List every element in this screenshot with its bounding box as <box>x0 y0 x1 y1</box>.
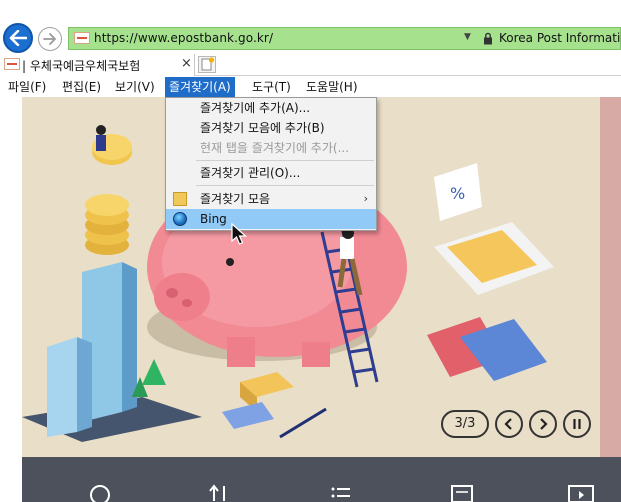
site-favicon-icon <box>74 32 90 44</box>
folder-icon <box>173 192 187 206</box>
document-icon[interactable] <box>450 483 474 502</box>
menu-separator <box>196 160 374 161</box>
add-tabs-to-favorites-label: 현재 탭을 즐겨찾기에 추가(... <box>200 141 350 155</box>
svg-text:%: % <box>450 184 465 203</box>
quick-menu-bar <box>22 457 621 502</box>
new-tab-button[interactable] <box>198 56 216 73</box>
back-arrow-icon <box>9 30 27 46</box>
list-icon[interactable] <box>330 483 352 502</box>
bing-favorite-label: Bing <box>200 212 227 226</box>
add-to-favorites-bar-item[interactable]: 즐겨찾기 모음에 추가(B) <box>166 118 376 138</box>
navigation-bar: https://www.epostbank.go.kr/ ▼ Korea Pos… <box>0 22 621 54</box>
pause-icon <box>573 419 581 429</box>
favorites-dropdown-menu: 즐겨찾기에 추가(A)... 즐겨찾기 모음에 추가(B) 현재 탭을 즐겨찾기… <box>165 97 377 231</box>
back-button[interactable] <box>3 23 33 53</box>
search-icon[interactable] <box>88 483 112 502</box>
transfer-icon[interactable] <box>208 483 230 502</box>
menu-favorites[interactable]: 즐겨찾기(A) <box>165 77 235 97</box>
add-to-favorites-item[interactable]: 즐겨찾기에 추가(A)... <box>166 98 376 118</box>
forward-button[interactable] <box>38 27 62 51</box>
browser-window: https://www.epostbank.go.kr/ ▼ Korea Pos… <box>0 0 621 502</box>
menu-file[interactable]: 파일(F) <box>4 77 50 97</box>
address-box[interactable]: https://www.epostbank.go.kr/ ▼ Korea Pos… <box>68 27 621 50</box>
tab-favicon-icon <box>4 58 20 70</box>
menu-bar: 파일(F) 편집(E) 보기(V) 즐겨찾기(A) 도구(T) 도움말(H) <box>0 77 621 97</box>
forward-arrow-icon <box>43 33 56 45</box>
menu-tools[interactable]: 도구(T) <box>248 77 295 97</box>
slide-counter: 3/3 <box>441 410 489 438</box>
favorites-bar-folder-label: 즐겨찾기 모음 <box>200 192 271 206</box>
chevron-right-icon <box>540 418 548 430</box>
organize-favorites-item[interactable]: 즐겨찾기 관리(O)... <box>166 163 376 183</box>
next-slide-button[interactable] <box>529 410 557 438</box>
tab-row: | 우체국예금우체국보험 × <box>0 54 621 76</box>
tab-epostbank[interactable]: | 우체국예금우체국보험 × <box>0 54 195 76</box>
submenu-arrow-icon: › <box>363 192 368 205</box>
video-icon[interactable] <box>567 483 595 502</box>
menu-edit[interactable]: 편집(E) <box>58 77 105 97</box>
lock-icon[interactable] <box>483 32 493 45</box>
menu-view[interactable]: 보기(V) <box>111 77 159 97</box>
chevron-left-icon <box>504 418 512 430</box>
menu-separator <box>196 185 374 186</box>
favorites-bar-folder-item[interactable]: 즐겨찾기 모음 › <box>166 189 376 209</box>
mouse-cursor-icon <box>231 222 248 245</box>
organize-favorites-label: 즐겨찾기 관리(O)... <box>200 166 301 180</box>
menu-help[interactable]: 도움말(H) <box>302 77 362 97</box>
add-to-favorites-bar-label: 즐겨찾기 모음에 추가(B) <box>200 121 325 135</box>
add-to-favorites-label: 즐겨찾기에 추가(A)... <box>200 101 311 115</box>
close-icon[interactable]: × <box>181 56 192 71</box>
globe-icon <box>173 212 187 226</box>
url-text[interactable]: https://www.epostbank.go.kr/ <box>94 31 273 45</box>
tab-title: | 우체국예금우체국보험 <box>22 59 141 73</box>
certificate-label[interactable]: Korea Post Information <box>499 31 621 45</box>
new-tab-icon <box>201 57 215 71</box>
page-side-strip <box>600 97 621 457</box>
add-tabs-to-favorites-item: 현재 탭을 즐겨찾기에 추가(... <box>166 138 376 158</box>
bing-favorite-item[interactable]: Bing <box>166 209 376 229</box>
previous-slide-button[interactable] <box>495 410 523 438</box>
pause-slide-button[interactable] <box>563 410 591 438</box>
address-dropdown-icon[interactable]: ▼ <box>464 32 471 42</box>
